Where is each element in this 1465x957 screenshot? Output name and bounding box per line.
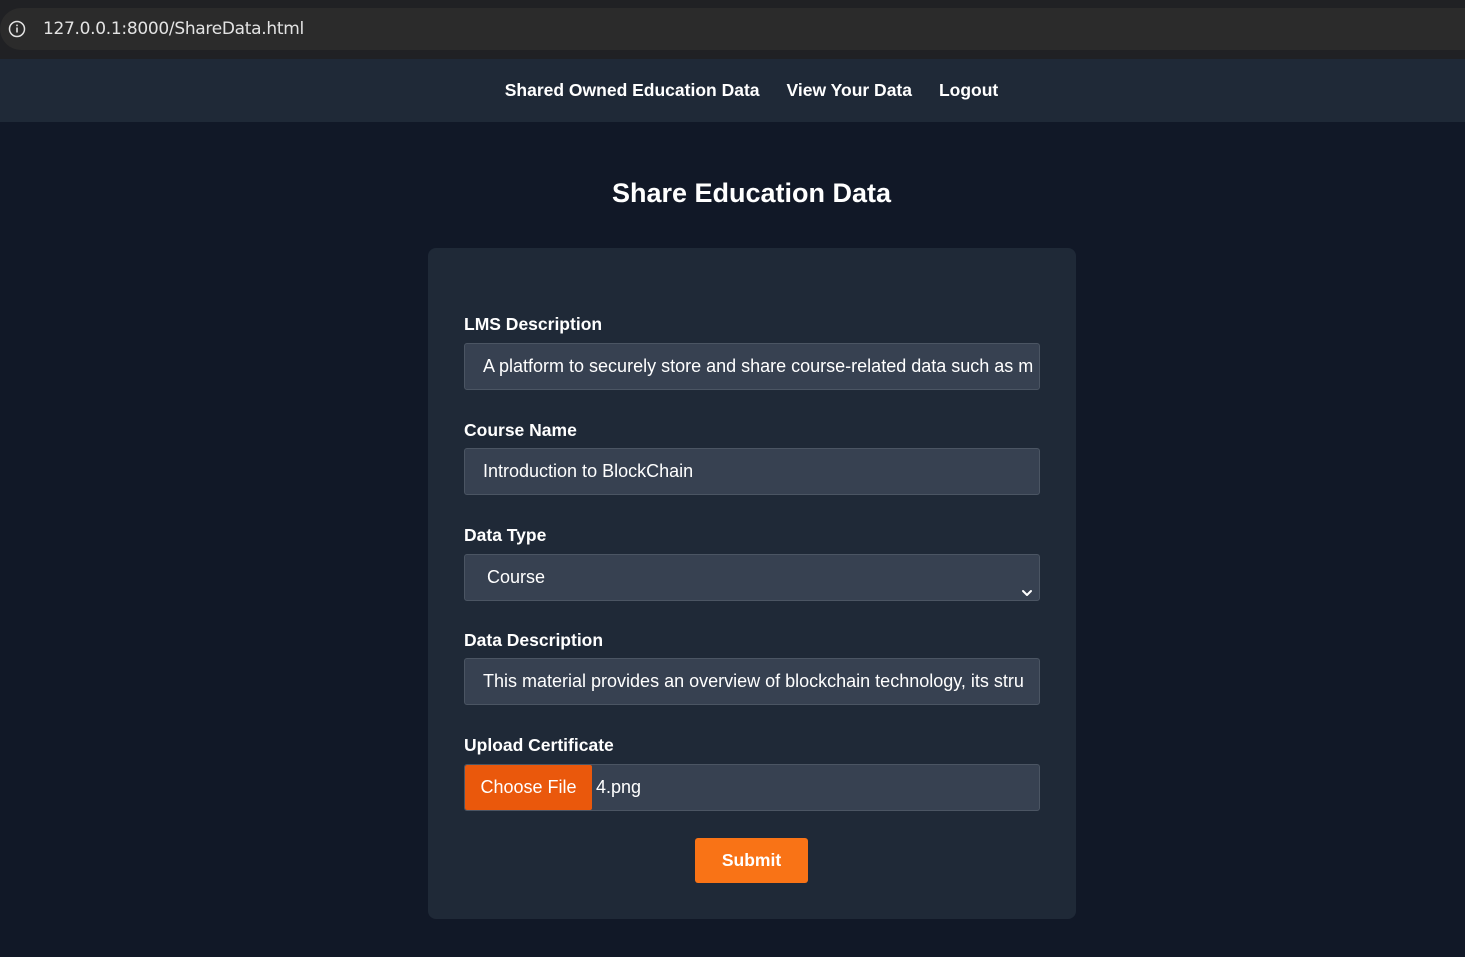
url-text[interactable]: 127.0.0.1:8000/ShareData.html bbox=[43, 19, 304, 39]
data-description-label: Data Description bbox=[464, 630, 604, 650]
upload-certificate-label: Upload Certificate bbox=[464, 735, 614, 755]
nav-link-view-your-data[interactable]: View Your Data bbox=[787, 80, 912, 101]
data-type-select[interactable]: Course bbox=[464, 554, 1040, 601]
chevron-down-icon bbox=[1021, 571, 1033, 596]
lms-description-input[interactable]: A platform to securely store and share c… bbox=[464, 343, 1040, 390]
nav-links: Shared Owned Education Data View Your Da… bbox=[0, 59, 1465, 122]
lms-description-label: LMS Description bbox=[464, 314, 603, 334]
page-title: Share Education Data bbox=[611, 178, 892, 208]
choose-file-button[interactable]: Choose File bbox=[465, 765, 592, 810]
course-name-label: Course Name bbox=[464, 420, 577, 440]
info-icon[interactable] bbox=[8, 20, 26, 38]
course-name-input[interactable]: Introduction to BlockChain bbox=[464, 448, 1040, 495]
data-type-selected-value: Course bbox=[487, 567, 546, 587]
data-description-input[interactable]: This material provides an overview of bl… bbox=[464, 658, 1040, 705]
address-bar[interactable]: 127.0.0.1:8000/ShareData.html bbox=[0, 8, 1465, 50]
upload-certificate-input: Choose File 4.png bbox=[464, 764, 1040, 811]
browser-chrome: 127.0.0.1:8000/ShareData.html bbox=[0, 0, 1465, 59]
navbar: Shared Owned Education Data View Your Da… bbox=[0, 59, 1465, 122]
nav-link-shared-owned-data[interactable]: Shared Owned Education Data bbox=[505, 80, 760, 101]
data-type-label: Data Type bbox=[464, 525, 547, 545]
submit-button[interactable]: Submit bbox=[695, 838, 808, 883]
nav-link-logout[interactable]: Logout bbox=[939, 80, 998, 101]
share-data-form: LMS Description A platform to securely s… bbox=[428, 248, 1076, 919]
selected-file-name: 4.png bbox=[596, 777, 642, 797]
